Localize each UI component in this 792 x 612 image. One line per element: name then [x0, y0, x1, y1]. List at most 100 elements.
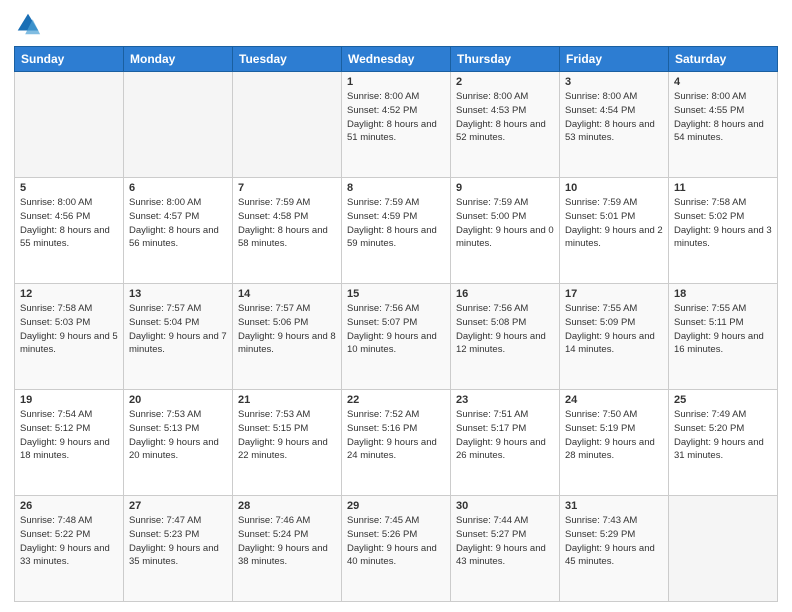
day-info: Sunrise: 7:58 AM Sunset: 5:02 PM Dayligh… — [674, 196, 772, 251]
calendar-cell: 31 Sunrise: 7:43 AM Sunset: 5:29 PM Dayli… — [560, 496, 669, 602]
day-info: Sunrise: 7:59 AM Sunset: 4:59 PM Dayligh… — [347, 196, 445, 251]
calendar-week-row: 19 Sunrise: 7:54 AM Sunset: 5:12 PM Dayli… — [15, 390, 778, 496]
calendar-cell: 1 Sunrise: 8:00 AM Sunset: 4:52 PM Daylig… — [342, 72, 451, 178]
weekday-header: Thursday — [451, 47, 560, 72]
calendar-cell — [669, 496, 778, 602]
day-info: Sunrise: 7:43 AM Sunset: 5:29 PM Dayligh… — [565, 514, 663, 569]
day-number: 10 — [565, 182, 663, 194]
logo — [14, 10, 46, 38]
weekday-header: Saturday — [669, 47, 778, 72]
day-info: Sunrise: 8:00 AM Sunset: 4:56 PM Dayligh… — [20, 196, 118, 251]
calendar-cell: 7Sunrise: 7:59 AM Sunset: 4:58 PM Daylig… — [233, 178, 342, 284]
day-info: Sunrise: 7:53 AM Sunset: 5:13 PM Dayligh… — [129, 408, 227, 463]
day-number: 7 — [238, 182, 336, 194]
day-info: Sunrise: 7:53 AM Sunset: 5:15 PM Dayligh… — [238, 408, 336, 463]
day-number: 5 — [20, 182, 118, 194]
calendar-cell: 27 Sunrise: 7:47 AM Sunset: 5:23 PM Dayli… — [124, 496, 233, 602]
calendar-cell — [233, 72, 342, 178]
calendar-cell: 15 Sunrise: 7:56 AM Sunset: 5:07 PM Dayli… — [342, 284, 451, 390]
calendar-cell: 16 Sunrise: 7:56 AM Sunset: 5:08 PM Dayli… — [451, 284, 560, 390]
day-number: 30 — [456, 500, 554, 512]
day-number: 29 — [347, 500, 445, 512]
calendar-cell: 4 Sunrise: 8:00 AM Sunset: 4:55 PM Daylig… — [669, 72, 778, 178]
day-info: Sunrise: 7:55 AM Sunset: 5:11 PM Dayligh… — [674, 302, 772, 357]
day-number: 18 — [674, 288, 772, 300]
calendar-week-row: 26 Sunrise: 7:48 AM Sunset: 5:22 PM Dayli… — [15, 496, 778, 602]
day-info: Sunrise: 7:50 AM Sunset: 5:19 PM Dayligh… — [565, 408, 663, 463]
calendar-cell: 28 Sunrise: 7:46 AM Sunset: 5:24 PM Dayli… — [233, 496, 342, 602]
day-number: 31 — [565, 500, 663, 512]
header — [14, 10, 778, 38]
calendar-cell: 24 Sunrise: 7:50 AM Sunset: 5:19 PM Dayli… — [560, 390, 669, 496]
day-info: Sunrise: 7:49 AM Sunset: 5:20 PM Dayligh… — [674, 408, 772, 463]
day-number: 26 — [20, 500, 118, 512]
day-info: Sunrise: 7:57 AM Sunset: 5:06 PM Dayligh… — [238, 302, 336, 357]
day-info: Sunrise: 7:52 AM Sunset: 5:16 PM Dayligh… — [347, 408, 445, 463]
day-info: Sunrise: 7:59 AM Sunset: 5:00 PM Dayligh… — [456, 196, 554, 251]
calendar-header-row: SundayMondayTuesdayWednesdayThursdayFrid… — [15, 47, 778, 72]
calendar-cell: 6 Sunrise: 8:00 AM Sunset: 4:57 PM Daylig… — [124, 178, 233, 284]
day-number: 23 — [456, 394, 554, 406]
day-info: Sunrise: 7:44 AM Sunset: 5:27 PM Dayligh… — [456, 514, 554, 569]
day-number: 20 — [129, 394, 227, 406]
day-number: 3 — [565, 76, 663, 88]
day-number: 2 — [456, 76, 554, 88]
day-number: 12 — [20, 288, 118, 300]
calendar-cell: 11 Sunrise: 7:58 AM Sunset: 5:02 PM Dayli… — [669, 178, 778, 284]
calendar-cell: 30 Sunrise: 7:44 AM Sunset: 5:27 PM Dayli… — [451, 496, 560, 602]
day-number: 11 — [674, 182, 772, 194]
day-info: Sunrise: 8:00 AM Sunset: 4:52 PM Dayligh… — [347, 90, 445, 145]
day-info: Sunrise: 7:48 AM Sunset: 5:22 PM Dayligh… — [20, 514, 118, 569]
day-info: Sunrise: 8:00 AM Sunset: 4:57 PM Dayligh… — [129, 196, 227, 251]
day-number: 25 — [674, 394, 772, 406]
calendar-cell: 22 Sunrise: 7:52 AM Sunset: 5:16 PM Dayli… — [342, 390, 451, 496]
calendar-cell: 10 Sunrise: 7:59 AM Sunset: 5:01 PM Dayli… — [560, 178, 669, 284]
day-number: 14 — [238, 288, 336, 300]
day-info: Sunrise: 7:46 AM Sunset: 5:24 PM Dayligh… — [238, 514, 336, 569]
calendar-cell: 19 Sunrise: 7:54 AM Sunset: 5:12 PM Dayli… — [15, 390, 124, 496]
day-number: 9 — [456, 182, 554, 194]
calendar-cell: 23Sunrise: 7:51 AM Sunset: 5:17 PM Dayli… — [451, 390, 560, 496]
day-info: Sunrise: 7:56 AM Sunset: 5:08 PM Dayligh… — [456, 302, 554, 357]
calendar-table: SundayMondayTuesdayWednesdayThursdayFrid… — [14, 46, 778, 602]
day-number: 4 — [674, 76, 772, 88]
day-number: 22 — [347, 394, 445, 406]
calendar-cell: 5 Sunrise: 8:00 AM Sunset: 4:56 PM Daylig… — [15, 178, 124, 284]
calendar-week-row: 5 Sunrise: 8:00 AM Sunset: 4:56 PM Daylig… — [15, 178, 778, 284]
calendar-cell: 9 Sunrise: 7:59 AM Sunset: 5:00 PM Daylig… — [451, 178, 560, 284]
day-info: Sunrise: 8:00 AM Sunset: 4:55 PM Dayligh… — [674, 90, 772, 145]
day-number: 1 — [347, 76, 445, 88]
day-number: 13 — [129, 288, 227, 300]
calendar-cell: 12Sunrise: 7:58 AM Sunset: 5:03 PM Dayli… — [15, 284, 124, 390]
calendar-cell — [124, 72, 233, 178]
calendar-cell: 18 Sunrise: 7:55 AM Sunset: 5:11 PM Dayli… — [669, 284, 778, 390]
calendar-cell: 29Sunrise: 7:45 AM Sunset: 5:26 PM Dayli… — [342, 496, 451, 602]
calendar-cell: 14 Sunrise: 7:57 AM Sunset: 5:06 PM Dayli… — [233, 284, 342, 390]
day-number: 15 — [347, 288, 445, 300]
calendar-cell: 13Sunrise: 7:57 AM Sunset: 5:04 PM Dayli… — [124, 284, 233, 390]
weekday-header: Sunday — [15, 47, 124, 72]
day-info: Sunrise: 7:56 AM Sunset: 5:07 PM Dayligh… — [347, 302, 445, 357]
day-number: 19 — [20, 394, 118, 406]
day-number: 24 — [565, 394, 663, 406]
day-number: 17 — [565, 288, 663, 300]
page: SundayMondayTuesdayWednesdayThursdayFrid… — [0, 0, 792, 612]
calendar-cell: 21Sunrise: 7:53 AM Sunset: 5:15 PM Dayli… — [233, 390, 342, 496]
day-number: 28 — [238, 500, 336, 512]
day-info: Sunrise: 8:00 AM Sunset: 4:54 PM Dayligh… — [565, 90, 663, 145]
day-number: 6 — [129, 182, 227, 194]
calendar-week-row: 1 Sunrise: 8:00 AM Sunset: 4:52 PM Daylig… — [15, 72, 778, 178]
weekday-header: Monday — [124, 47, 233, 72]
calendar-cell: 3 Sunrise: 8:00 AM Sunset: 4:54 PM Daylig… — [560, 72, 669, 178]
day-info: Sunrise: 7:47 AM Sunset: 5:23 PM Dayligh… — [129, 514, 227, 569]
day-number: 16 — [456, 288, 554, 300]
calendar-cell: 17 Sunrise: 7:55 AM Sunset: 5:09 PM Dayli… — [560, 284, 669, 390]
day-number: 27 — [129, 500, 227, 512]
day-info: Sunrise: 8:00 AM Sunset: 4:53 PM Dayligh… — [456, 90, 554, 145]
weekday-header: Wednesday — [342, 47, 451, 72]
day-info: Sunrise: 7:59 AM Sunset: 5:01 PM Dayligh… — [565, 196, 663, 251]
day-info: Sunrise: 7:55 AM Sunset: 5:09 PM Dayligh… — [565, 302, 663, 357]
day-number: 8 — [347, 182, 445, 194]
calendar-cell: 2 Sunrise: 8:00 AM Sunset: 4:53 PM Daylig… — [451, 72, 560, 178]
day-info: Sunrise: 7:54 AM Sunset: 5:12 PM Dayligh… — [20, 408, 118, 463]
